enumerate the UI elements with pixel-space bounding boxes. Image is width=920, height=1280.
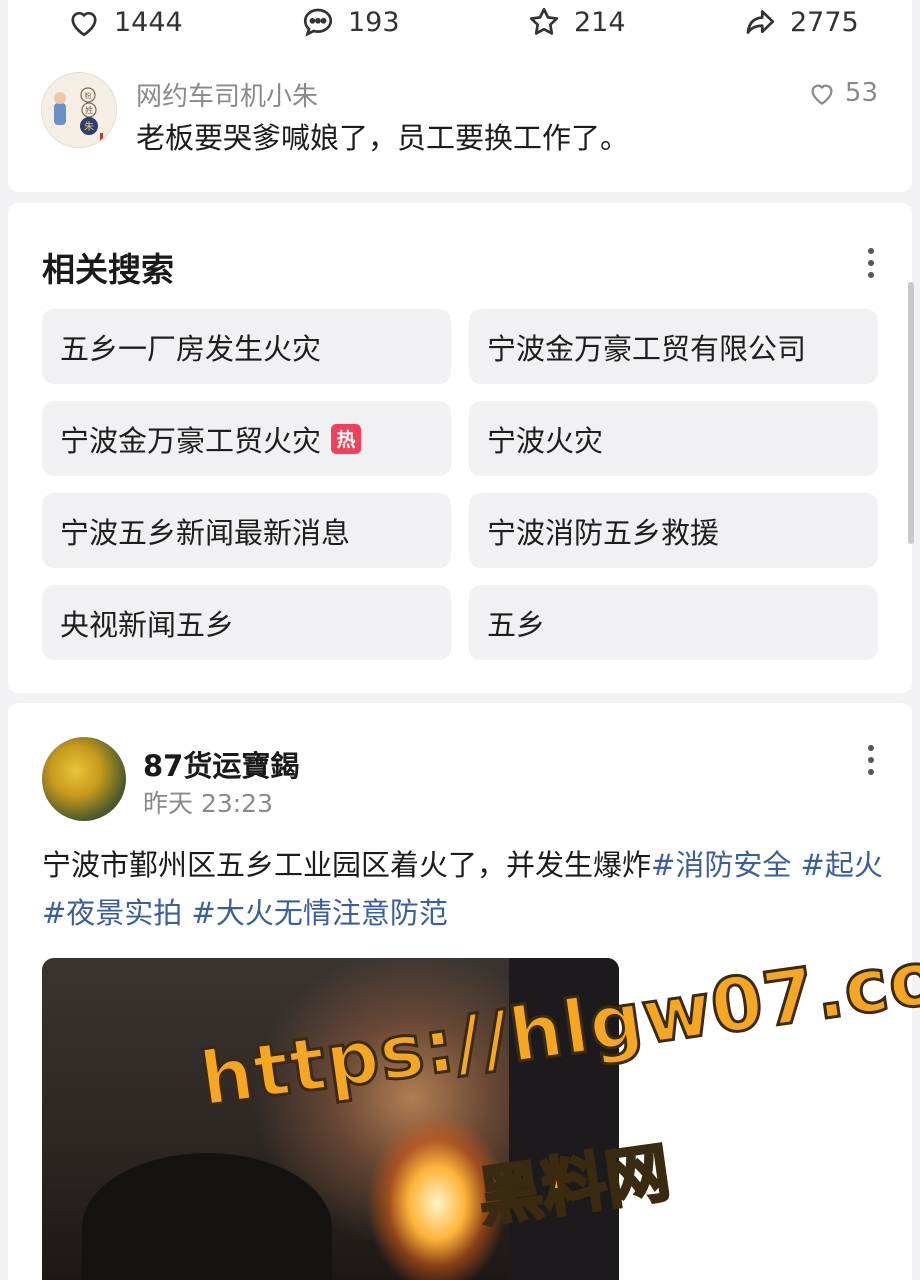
heart-icon	[71, 11, 97, 37]
share-icon	[746, 10, 775, 34]
author-name[interactable]: 87货运寶鍻	[143, 743, 299, 785]
related-search-card: 相关搜索 五乡一厂房发生火灾 宁波金万豪工贸有限公司 宁波金万豪工贸火灾热 宁波…	[8, 203, 912, 693]
comment-like-count: 53	[844, 78, 878, 108]
related-search-label: 五乡一厂房发生火灾	[60, 331, 322, 366]
share-count: 2775	[790, 6, 859, 38]
related-search-label: 宁波金万豪工贸有限公司	[487, 331, 807, 366]
author-avatar[interactable]	[42, 737, 126, 821]
favorite-count: 214	[574, 6, 626, 38]
commenter-avatar[interactable]: 粉 姓 朱	[41, 72, 117, 148]
more-options-icon[interactable]	[868, 745, 874, 775]
hashtag-link[interactable]: #夜景实拍	[42, 896, 182, 930]
avatar-illustration: 粉 姓 朱	[42, 73, 116, 147]
related-search-label: 宁波金万豪工贸火灾	[60, 423, 322, 458]
hashtag-link[interactable]: #大火无情注意防范	[192, 896, 448, 930]
star-icon	[529, 7, 559, 35]
post-timestamp: 昨天 23:23	[143, 789, 273, 818]
related-search-label: 五乡	[487, 607, 546, 642]
like-count: 1444	[114, 6, 183, 38]
more-options-icon[interactable]	[868, 248, 874, 278]
favorite-button[interactable]: 214	[526, 0, 626, 44]
related-search-item[interactable]: 宁波金万豪工贸火灾热	[42, 401, 451, 476]
like-button[interactable]: 1444	[66, 0, 183, 44]
related-search-label: 宁波消防五乡救援	[487, 515, 720, 550]
heart-icon	[811, 84, 833, 105]
post-text: 宁波市鄞州区五乡工业园区着火了，并发生爆炸	[42, 848, 652, 882]
comment-like-button[interactable]: 53	[807, 78, 878, 108]
comment-count: 193	[348, 6, 400, 38]
commenter-name[interactable]: 网约车司机小朱	[136, 76, 318, 113]
svg-text:朱: 朱	[84, 121, 94, 133]
related-search-label: 央视新闻五乡	[60, 607, 235, 642]
post-body: 宁波市鄞州区五乡工业园区着火了，并发生爆炸#消防安全 #起火 #夜景实拍 #大火…	[42, 841, 884, 937]
comment-text: 老板要哭爹喊娘了，员工要换工作了。	[136, 121, 630, 155]
related-search-item[interactable]: 宁波消防五乡救援	[469, 493, 878, 568]
related-search-item[interactable]: 宁波金万豪工贸有限公司	[469, 309, 878, 384]
hot-badge: 热	[331, 423, 362, 454]
comment-button[interactable]: 193	[300, 0, 400, 44]
image-tree-silhouette	[82, 1153, 332, 1280]
related-search-item[interactable]: 宁波五乡新闻最新消息	[42, 493, 451, 568]
related-search-item[interactable]: 央视新闻五乡	[42, 585, 451, 660]
related-search-item[interactable]: 五乡一厂房发生火灾	[42, 309, 451, 384]
post-footer-card: 1444 193 214 2775 粉 姓 朱 网约车司机小朱 老板要哭爹喊娘了…	[8, 0, 912, 192]
svg-text:姓: 姓	[85, 105, 93, 115]
share-button[interactable]: 2775	[742, 0, 859, 44]
related-search-item[interactable]: 五乡	[469, 585, 878, 660]
related-search-item[interactable]: 宁波火灾	[469, 401, 878, 476]
hashtag-link[interactable]: #消防安全	[651, 848, 791, 882]
related-search-label: 宁波火灾	[487, 423, 604, 458]
comment-icon	[303, 8, 333, 37]
hashtag-link[interactable]: #起火	[801, 848, 883, 882]
related-search-title: 相关搜索	[42, 250, 174, 289]
related-search-label: 宁波五乡新闻最新消息	[60, 515, 351, 550]
related-search-list: 五乡一厂房发生火灾 宁波金万豪工贸有限公司 宁波金万豪工贸火灾热 宁波火灾 宁波…	[42, 309, 878, 660]
scrollbar[interactable]	[908, 282, 914, 544]
svg-text:粉: 粉	[85, 91, 92, 100]
